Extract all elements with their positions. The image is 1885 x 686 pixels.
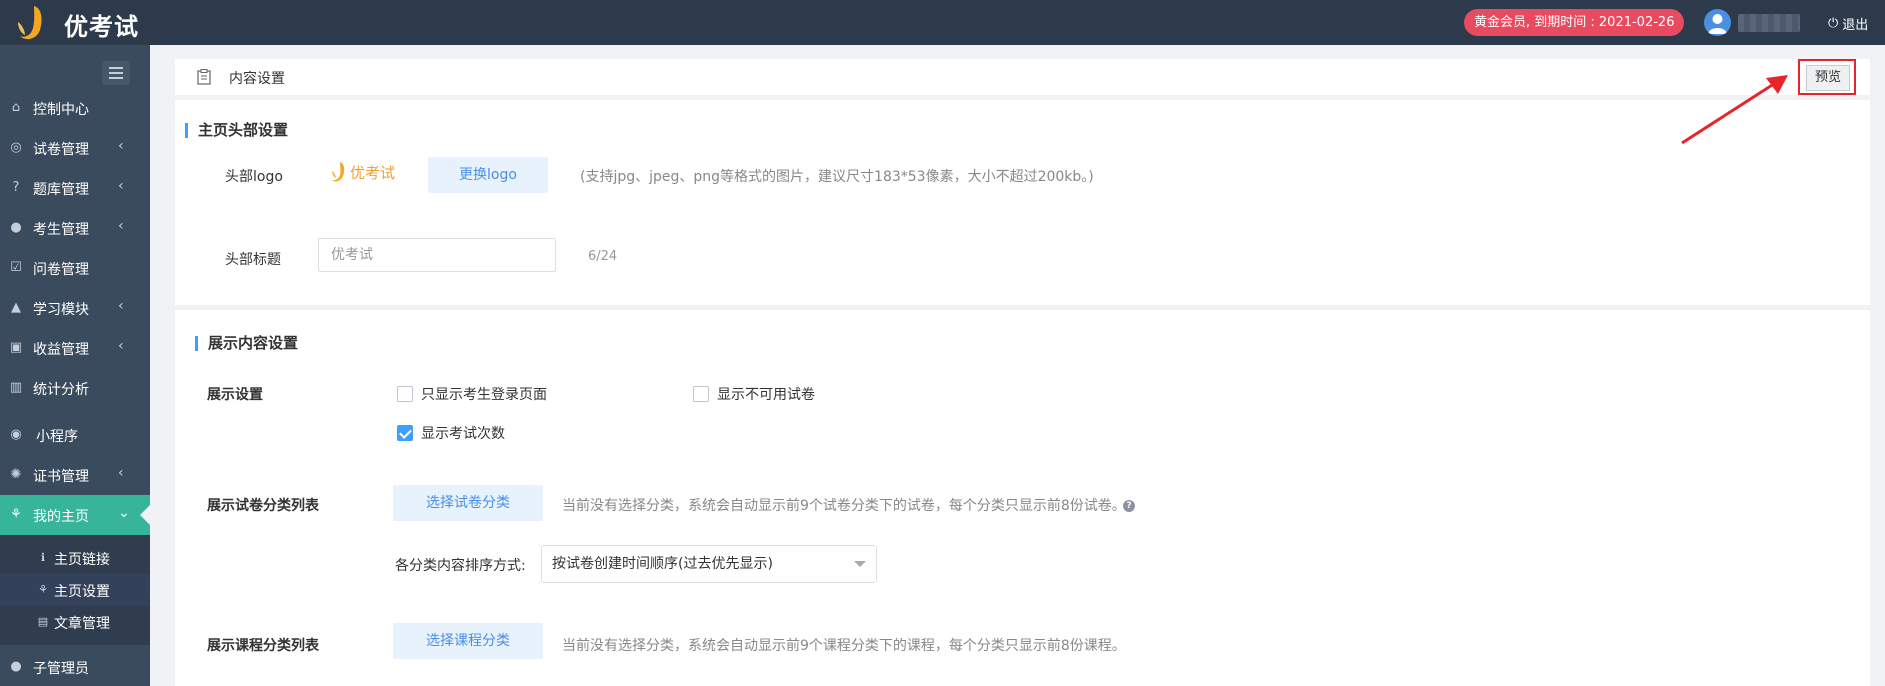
tree-icon: ⚘: [10, 507, 22, 522]
sidebar-item-my-homepage[interactable]: ⚘ 我的主页 ⌄: [0, 495, 150, 535]
chevron-left-icon: ‹: [118, 465, 124, 481]
gear-icon: ✺: [10, 467, 22, 482]
logo-label: 头部logo: [225, 169, 283, 185]
exam-category-hint: 当前没有选择分类，系统会自动显示前9个试卷分类下的试卷，每个分类只显示前8份试卷…: [562, 498, 1126, 514]
clipboard-icon: [197, 69, 211, 85]
display-settings-label: 展示设置: [207, 387, 263, 403]
logo-hint: (支持jpg、jpeg、png等格式的图片，建议尺寸183*53像素，大小不超过…: [580, 169, 1094, 185]
tree-icon: ⚘: [38, 583, 48, 596]
avatar[interactable]: [1704, 9, 1731, 36]
checkbox-show-unavailable[interactable]: [693, 386, 709, 402]
header-title-input[interactable]: 优考试: [318, 238, 556, 272]
power-icon: ⏻: [1828, 16, 1839, 31]
select-course-category-button[interactable]: 选择课程分类: [393, 623, 543, 659]
exam-category-label: 展示试卷分类列表: [207, 498, 319, 514]
chevron-down-icon: ⌄: [118, 505, 130, 521]
checkbox-login-only[interactable]: [397, 386, 413, 402]
sidebar-item-question-bank[interactable]: ? 题库管理 ‹: [0, 168, 150, 208]
section-title-header-settings: 主页头部设置: [185, 123, 288, 138]
preview-button[interactable]: 预览: [1806, 65, 1850, 91]
question-circle-icon: ?: [12, 180, 20, 195]
sidebar-item-statistics[interactable]: ▥ 统计分析: [0, 368, 150, 408]
sidebar-item-mini-program[interactable]: ◉ 小程序: [0, 415, 150, 455]
header-settings-card: [175, 100, 1870, 305]
chevron-left-icon: ‹: [118, 178, 124, 194]
member-badge[interactable]: 黄金会员, 到期时间 : 2021-02-26: [1464, 9, 1685, 36]
menu-toggle-icon[interactable]: [102, 61, 130, 85]
sidebar-item-exam-management[interactable]: ◎ 试卷管理 ‹: [0, 128, 150, 168]
main-content: 内容设置 预览 主页头部设置 头部logo 优考试 更换logo (支持jpg、…: [150, 45, 1885, 686]
dropdown-arrow-icon: [854, 561, 866, 567]
money-icon: ▣: [9, 340, 23, 355]
graduation-cap-icon: ▲: [11, 300, 21, 315]
active-indicator: [140, 505, 150, 525]
sort-label: 各分类内容排序方式:: [395, 558, 526, 574]
chevron-left-icon: ‹: [118, 298, 124, 314]
top-bar: 优考试 黄金会员, 到期时间 : 2021-02-26 ⏻ 退出: [0, 0, 1885, 45]
course-category-hint: 当前没有选择分类，系统会自动显示前9个课程分类下的课程，每个分类只显示前8份课程…: [562, 638, 1126, 654]
change-logo-button[interactable]: 更换logo: [428, 157, 548, 193]
checkbox-icon: ☑: [10, 260, 22, 275]
chevron-left-icon: ‹: [118, 218, 124, 234]
check-circle-icon: ◎: [10, 140, 22, 155]
course-category-label: 展示课程分类列表: [207, 638, 319, 654]
annotation-arrow-icon: [1681, 75, 1788, 145]
file-icon: ▤: [37, 615, 49, 628]
section-title-display-settings: 展示内容设置: [195, 336, 298, 351]
title-label: 头部标题: [225, 252, 281, 268]
info-icon: ℹ: [40, 551, 46, 564]
logo-preview: 优考试: [330, 161, 395, 183]
select-exam-category-button[interactable]: 选择试卷分类: [393, 485, 543, 521]
page-header: 内容设置: [175, 59, 1870, 95]
sidebar: ⌂ 控制中心 ◎ 试卷管理 ‹ ? 题库管理 ‹ ● 考生管理 ‹ ☑ 问卷管理…: [0, 45, 150, 686]
logout-button[interactable]: ⏻ 退出: [1828, 14, 1868, 33]
home-icon: ⌂: [11, 100, 21, 115]
help-icon[interactable]: ?: [1123, 500, 1135, 512]
bar-chart-icon: ▥: [9, 380, 23, 395]
page-title: 内容设置: [229, 71, 285, 87]
chevron-left-icon: ‹: [118, 338, 124, 354]
sidebar-item-control-center[interactable]: ⌂ 控制中心: [0, 88, 150, 128]
sort-select-value: 按试卷创建时间顺序(过去优先显示): [552, 556, 773, 572]
sidebar-item-sub-admin[interactable]: ● 子管理员: [0, 647, 150, 686]
wechat-icon: ◉: [10, 427, 22, 442]
user-icon: ●: [10, 659, 22, 674]
option-show-exam-count-label: 显示考试次数: [421, 426, 505, 442]
logo-preview-icon: [332, 162, 345, 182]
sidebar-subitem-homepage-settings[interactable]: ⚘ 主页设置: [0, 574, 150, 606]
username-blurred[interactable]: [1738, 14, 1800, 32]
sort-select[interactable]: 按试卷创建时间顺序(过去优先显示): [541, 545, 877, 583]
logout-label: 退出: [1842, 18, 1869, 33]
app-logo-icon: [12, 2, 52, 42]
option-login-only-label: 只显示考生登录页面: [421, 387, 547, 403]
sidebar-item-revenue[interactable]: ▣ 收益管理 ‹: [0, 328, 150, 368]
title-char-counter: 6/24: [588, 249, 618, 264]
sidebar-item-candidates[interactable]: ● 考生管理 ‹: [0, 208, 150, 248]
option-show-unavailable-label: 显示不可用试卷: [717, 387, 815, 403]
app-title: 优考试: [64, 13, 139, 41]
user-icon: ●: [10, 220, 22, 235]
sidebar-item-learning[interactable]: ▲ 学习模块 ‹: [0, 288, 150, 328]
checkbox-show-exam-count[interactable]: [397, 425, 413, 441]
sidebar-subitem-homepage-link[interactable]: ℹ 主页链接: [0, 542, 150, 574]
sidebar-item-certificates[interactable]: ✺ 证书管理 ‹: [0, 455, 150, 495]
chevron-left-icon: ‹: [118, 138, 124, 154]
sidebar-subitem-article-management[interactable]: ▤ 文章管理: [0, 606, 150, 638]
sidebar-item-survey[interactable]: ☑ 问卷管理: [0, 248, 150, 288]
